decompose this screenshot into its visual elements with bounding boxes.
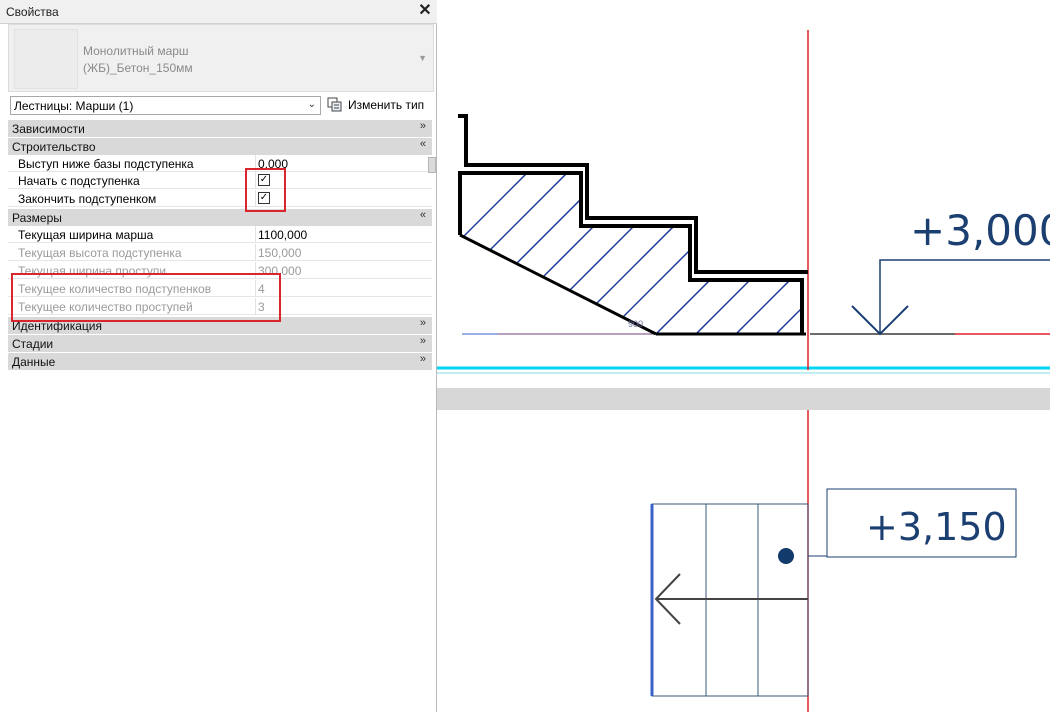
category-label: Строительство bbox=[12, 140, 96, 154]
expand-icon[interactable]: » bbox=[420, 317, 426, 329]
count-highlight-box bbox=[11, 273, 281, 322]
properties-panel: Свойства ✕ Монолитный марш (ЖБ)_Бетон_15… bbox=[0, 0, 437, 712]
panel-title: Свойства bbox=[6, 5, 59, 19]
type-selector[interactable]: Монолитный марш (ЖБ)_Бетон_150мм ▼ bbox=[8, 24, 434, 92]
instance-filter-dropdown[interactable]: Лестницы: Марши (1) ⌄ bbox=[10, 96, 321, 115]
checkbox-highlight-box bbox=[245, 168, 286, 212]
column-divider bbox=[255, 226, 256, 243]
column-divider bbox=[255, 244, 256, 261]
property-value-input[interactable]: 1100,000 bbox=[258, 228, 307, 242]
property-name: Выступ ниже базы подступенка bbox=[18, 157, 194, 171]
type-name: Монолитный марш (ЖБ)_Бетон_150мм bbox=[83, 43, 193, 77]
property-row-end-with-riser[interactable]: Закончить подступенком ✓ bbox=[8, 190, 432, 207]
collapse-icon[interactable]: « bbox=[420, 138, 426, 150]
property-row-riser-offset[interactable]: Выступ ниже базы подступенка 0,000 bbox=[8, 155, 432, 172]
property-name: Начать с подступенка bbox=[18, 174, 140, 188]
collapse-icon[interactable]: « bbox=[420, 209, 426, 221]
property-row-begin-with-riser[interactable]: Начать с подступенка ✓ bbox=[8, 172, 432, 189]
section-fragment-text: 900 bbox=[628, 319, 643, 329]
category-label: Стадии bbox=[12, 337, 54, 351]
elevation-tag-top[interactable]: +3,000 bbox=[851, 206, 1050, 336]
scrollbar-thumb[interactable] bbox=[428, 157, 436, 173]
property-row-riser-height: Текущая высота подступенка 150,000 bbox=[8, 244, 432, 261]
type-name-line1: Монолитный марш bbox=[83, 44, 189, 58]
stair-plan[interactable] bbox=[650, 503, 809, 697]
chevron-down-icon[interactable]: ⌄ bbox=[308, 99, 316, 110]
instance-filter-value: Лестницы: Марши (1) bbox=[14, 99, 134, 113]
category-dimensions[interactable]: Размеры « bbox=[8, 209, 432, 226]
category-dependencies[interactable]: Зависимости » bbox=[8, 120, 432, 137]
type-name-line2: (ЖБ)_Бетон_150мм bbox=[83, 61, 193, 75]
elevation-leader bbox=[879, 259, 1050, 334]
property-name: Закончить подступенком bbox=[18, 192, 157, 206]
property-name: Текущая высота подступенка bbox=[18, 246, 182, 260]
category-label: Размеры bbox=[12, 211, 62, 225]
close-icon[interactable]: ✕ bbox=[416, 2, 434, 20]
stair-section[interactable]: 900 bbox=[440, 114, 840, 340]
category-label: Данные bbox=[12, 355, 56, 369]
elevation-text-top: +3,000 bbox=[910, 206, 1050, 255]
view-separator-band bbox=[437, 388, 1050, 410]
edit-type-button[interactable]: Изменить тип bbox=[325, 95, 429, 116]
expand-icon[interactable]: » bbox=[420, 120, 426, 132]
property-row-run-width[interactable]: Текущая ширина марша 1100,000 bbox=[8, 226, 432, 243]
property-name: Текущая ширина марша bbox=[18, 228, 154, 242]
panel-titlebar: Свойства ✕ bbox=[0, 0, 437, 24]
edit-type-icon bbox=[327, 97, 342, 112]
category-label: Зависимости bbox=[12, 122, 85, 136]
edit-type-label: Изменить тип bbox=[348, 98, 425, 112]
property-value: 150,000 bbox=[258, 246, 302, 260]
category-phases[interactable]: Стадии » bbox=[8, 335, 432, 352]
type-preview-image bbox=[14, 29, 78, 89]
type-dropdown-icon[interactable]: ▼ bbox=[418, 53, 427, 63]
expand-icon[interactable]: » bbox=[420, 353, 426, 365]
elevation-tag-plan[interactable]: +3,150 bbox=[808, 488, 1017, 558]
walkline-start-dot bbox=[778, 548, 794, 564]
elevation-text-plan: +3,150 bbox=[866, 505, 1007, 549]
expand-icon[interactable]: » bbox=[420, 335, 426, 347]
category-construction[interactable]: Строительство « bbox=[8, 138, 432, 155]
category-data[interactable]: Данные » bbox=[8, 353, 432, 370]
